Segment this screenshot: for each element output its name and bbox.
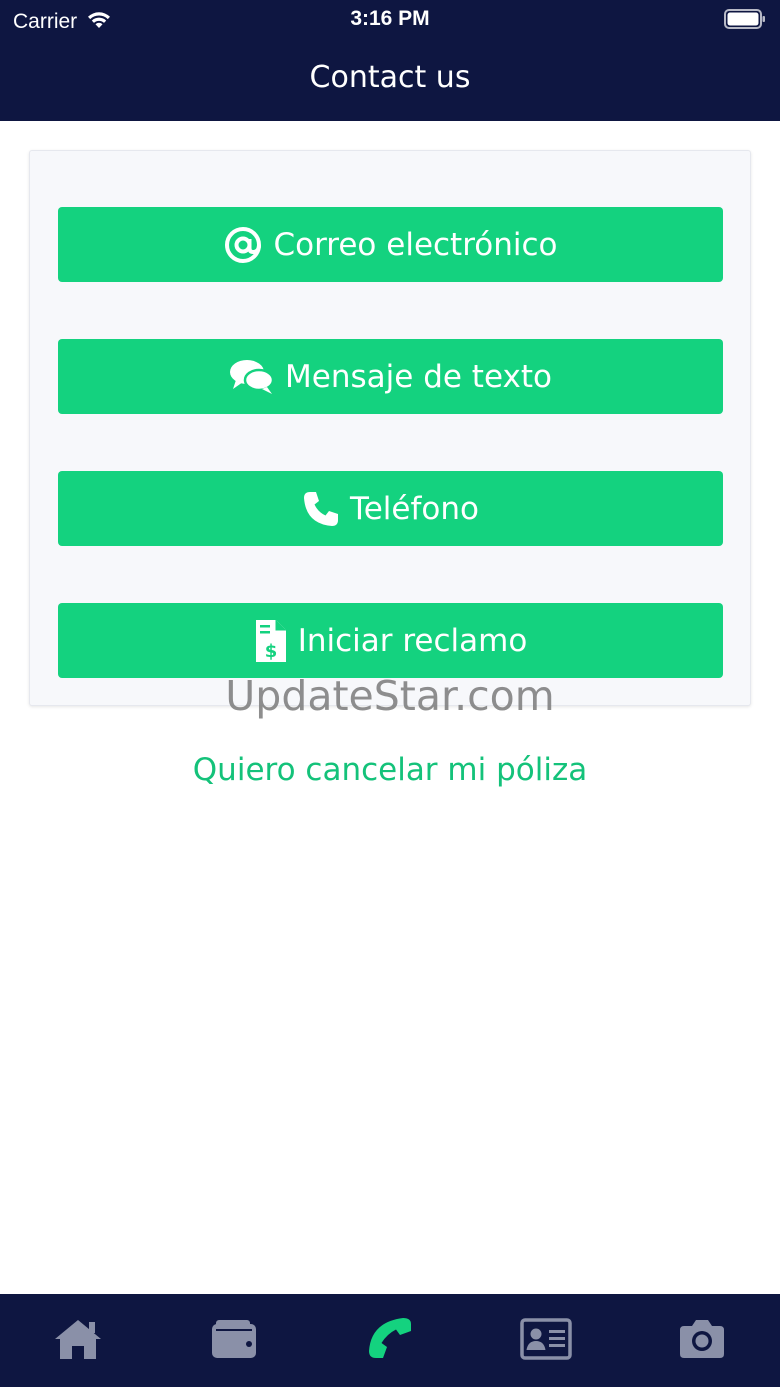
start-claim-button[interactable]: $ Iniciar reclamo — [58, 603, 723, 678]
email-button[interactable]: Correo electrónico — [58, 207, 723, 282]
phone-button-label: Teléfono — [350, 490, 479, 527]
tab-home[interactable] — [0, 1294, 156, 1387]
camera-icon — [677, 1318, 727, 1364]
chat-bubbles-icon — [229, 358, 275, 396]
start-claim-button-label: Iniciar reclamo — [297, 622, 528, 659]
page-title: Contact us — [309, 60, 471, 95]
cancel-policy-link[interactable]: Quiero cancelar mi póliza — [0, 752, 780, 788]
contact-options-card: Correo electrónico Mensaje de texto Telé… — [29, 150, 751, 706]
email-button-label: Correo electrónico — [273, 226, 558, 263]
status-bar: Carrier 3:16 PM — [0, 0, 780, 40]
id-card-icon — [520, 1317, 572, 1364]
phone-button[interactable]: Teléfono — [58, 471, 723, 546]
watermark-text: UpdateStar.com — [225, 672, 555, 720]
tab-wallet[interactable] — [156, 1294, 312, 1387]
tab-camera[interactable] — [624, 1294, 780, 1387]
bottom-tab-bar — [0, 1294, 780, 1387]
tab-contact[interactable] — [312, 1294, 468, 1387]
phone-icon — [302, 490, 340, 528]
tab-id-card[interactable] — [468, 1294, 624, 1387]
battery-icon — [724, 9, 766, 33]
text-message-button-label: Mensaje de texto — [285, 358, 552, 395]
invoice-dollar-icon: $ — [254, 618, 288, 664]
text-message-button[interactable]: Mensaje de texto — [58, 339, 723, 414]
top-bar: Carrier 3:16 PM Contact us — [0, 0, 780, 121]
home-icon — [52, 1317, 104, 1365]
svg-text:$: $ — [264, 641, 277, 662]
status-time: 3:16 PM — [350, 7, 430, 30]
wallet-icon — [210, 1318, 258, 1364]
at-icon — [223, 225, 263, 265]
app-screen: Carrier 3:16 PM Contact us Correo electr… — [0, 0, 780, 1387]
phone-icon — [367, 1316, 413, 1366]
